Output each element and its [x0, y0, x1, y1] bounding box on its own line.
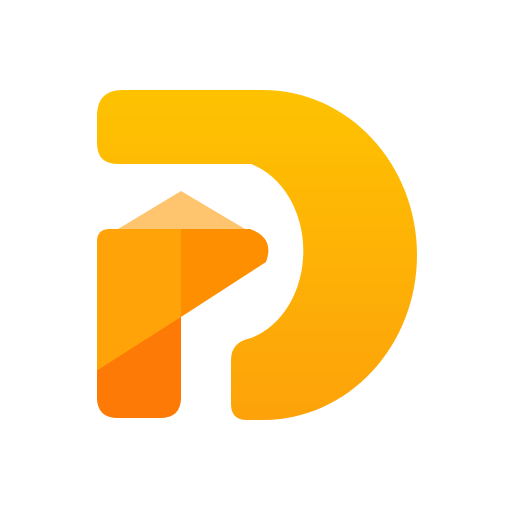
pencil-d-logo-icon: [97, 90, 417, 420]
pencil-tip-shape: [118, 191, 245, 229]
logo-canvas: [0, 0, 512, 512]
